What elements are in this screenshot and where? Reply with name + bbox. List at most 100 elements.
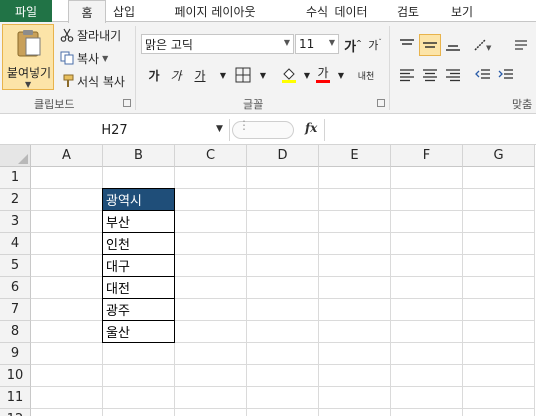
cell-b8[interactable]: 울산	[102, 320, 175, 343]
cell-d1[interactable]	[247, 167, 319, 189]
cell-f6[interactable]	[391, 277, 463, 299]
tab-review[interactable]: 검토	[388, 0, 428, 22]
column-header-g[interactable]: G	[463, 145, 535, 167]
cell-a4[interactable]	[31, 233, 103, 255]
align-middle-button[interactable]	[419, 34, 441, 56]
cell-d10[interactable]	[247, 365, 319, 387]
cell-g11[interactable]	[463, 387, 535, 409]
cell-b10[interactable]	[103, 365, 175, 387]
cell-d5[interactable]	[247, 255, 319, 277]
wrap-text-button[interactable]	[510, 34, 532, 56]
name-box-dropdown-icon[interactable]: ▼	[216, 124, 223, 134]
font-color-dropdown-icon[interactable]: ▼	[330, 64, 352, 86]
cell-e10[interactable]	[319, 365, 391, 387]
align-top-button[interactable]	[396, 34, 418, 56]
cell-a12[interactable]	[31, 409, 103, 416]
column-header-a[interactable]: A	[31, 145, 103, 167]
cell-d6[interactable]	[247, 277, 319, 299]
cell-a8[interactable]	[31, 321, 103, 343]
cell-d2[interactable]	[247, 189, 319, 211]
cell-e4[interactable]	[319, 233, 391, 255]
cell-e1[interactable]	[319, 167, 391, 189]
cell-a10[interactable]	[31, 365, 103, 387]
cell-c10[interactable]	[175, 365, 247, 387]
cell-b5[interactable]: 대구	[102, 254, 175, 277]
decrease-font-button[interactable]: 가ˇ	[364, 34, 386, 56]
cell-f2[interactable]	[391, 189, 463, 211]
cell-b11[interactable]	[103, 387, 175, 409]
row-header-10[interactable]: 10	[0, 365, 31, 387]
phonetic-guide-button[interactable]: 내천	[352, 64, 380, 86]
cell-g10[interactable]	[463, 365, 535, 387]
tab-insert[interactable]: 삽입	[106, 0, 142, 22]
align-bottom-button[interactable]	[442, 34, 464, 56]
cell-d9[interactable]	[247, 343, 319, 365]
underline-dropdown-icon[interactable]: ▼	[212, 64, 234, 86]
cell-g2[interactable]	[463, 189, 535, 211]
cell-g9[interactable]	[463, 343, 535, 365]
name-box[interactable]: H27	[0, 119, 230, 141]
row-header-1[interactable]: 1	[0, 167, 31, 189]
font-size-select[interactable]: 11 ▼	[295, 34, 339, 54]
tab-page-layout[interactable]: 페이지 레이아웃	[160, 0, 270, 22]
cell-g12[interactable]	[463, 409, 535, 416]
cell-e9[interactable]	[319, 343, 391, 365]
tab-file[interactable]: 파일	[0, 0, 52, 22]
cell-f8[interactable]	[391, 321, 463, 343]
cell-c4[interactable]	[175, 233, 247, 255]
cut-button[interactable]: 잘라내기	[60, 26, 121, 44]
cell-b9[interactable]	[103, 343, 175, 365]
tab-view[interactable]: 보기	[442, 0, 482, 22]
cell-d8[interactable]	[247, 321, 319, 343]
borders-button[interactable]	[232, 64, 254, 86]
cell-c5[interactable]	[175, 255, 247, 277]
cell-a7[interactable]	[31, 299, 103, 321]
orientation-button[interactable]: ▼	[472, 34, 494, 56]
row-header-12[interactable]: 12	[0, 409, 31, 416]
cell-e7[interactable]	[319, 299, 391, 321]
cell-b3[interactable]: 부산	[102, 210, 175, 233]
row-header-4[interactable]: 4	[0, 233, 31, 255]
cell-g3[interactable]	[463, 211, 535, 233]
cell-f11[interactable]	[391, 387, 463, 409]
cell-a1[interactable]	[31, 167, 103, 189]
cell-a3[interactable]	[31, 211, 103, 233]
cell-e6[interactable]	[319, 277, 391, 299]
cell-c1[interactable]	[175, 167, 247, 189]
cell-a6[interactable]	[31, 277, 103, 299]
cell-b6[interactable]: 대전	[102, 276, 175, 299]
row-header-7[interactable]: 7	[0, 299, 31, 321]
cell-d7[interactable]	[247, 299, 319, 321]
format-painter-button[interactable]: 서식 복사	[60, 72, 125, 90]
cell-e3[interactable]	[319, 211, 391, 233]
copy-button[interactable]: 복사 ▼	[60, 49, 108, 67]
cell-c11[interactable]	[175, 387, 247, 409]
cell-a9[interactable]	[31, 343, 103, 365]
cell-g8[interactable]	[463, 321, 535, 343]
insert-function-button[interactable]: fx	[305, 121, 317, 135]
cell-f12[interactable]	[391, 409, 463, 416]
cell-e12[interactable]	[319, 409, 391, 416]
row-header-8[interactable]: 8	[0, 321, 31, 343]
row-header-11[interactable]: 11	[0, 387, 31, 409]
cell-c8[interactable]	[175, 321, 247, 343]
font-launcher-icon[interactable]	[377, 99, 385, 107]
underline-button[interactable]: 가	[189, 64, 211, 86]
copy-dropdown-icon[interactable]: ▼	[102, 54, 108, 63]
cell-f9[interactable]	[391, 343, 463, 365]
cell-c3[interactable]	[175, 211, 247, 233]
align-left-button[interactable]	[396, 64, 418, 86]
cell-c9[interactable]	[175, 343, 247, 365]
cell-g7[interactable]	[463, 299, 535, 321]
cell-a5[interactable]	[31, 255, 103, 277]
cell-e2[interactable]	[319, 189, 391, 211]
column-header-b[interactable]: B	[103, 145, 175, 167]
cell-f3[interactable]	[391, 211, 463, 233]
cell-f7[interactable]	[391, 299, 463, 321]
column-header-e[interactable]: E	[319, 145, 391, 167]
cell-e5[interactable]	[319, 255, 391, 277]
row-header-2[interactable]: 2	[0, 189, 31, 211]
borders-dropdown-icon[interactable]: ▼	[252, 64, 274, 86]
cell-g1[interactable]	[463, 167, 535, 189]
cell-a2[interactable]	[31, 189, 103, 211]
